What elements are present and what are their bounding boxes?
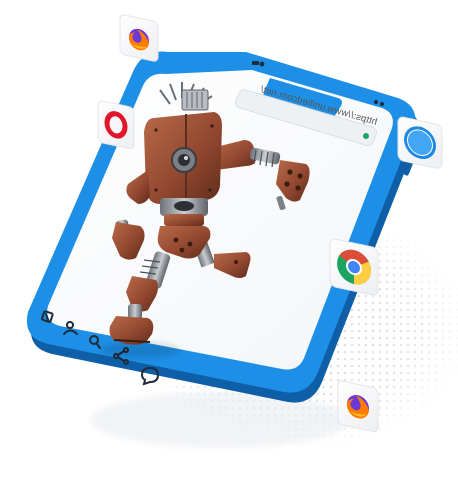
robot-waist (160, 198, 208, 226)
hero-illustration (26, 14, 458, 452)
robot-torso (144, 112, 222, 204)
firefox-tile-bottom (337, 380, 379, 433)
opera-tile (97, 100, 135, 150)
chrome-tile (329, 238, 379, 296)
firefox-tile-top (119, 14, 159, 62)
bookmarks-icon[interactable] (41, 310, 54, 323)
lock-icon (363, 133, 369, 139)
safari-tile (397, 116, 443, 169)
